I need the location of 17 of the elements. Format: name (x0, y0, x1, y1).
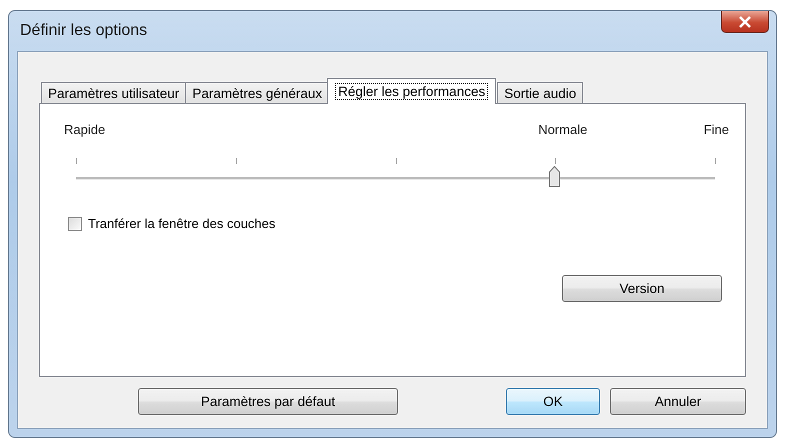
tab[interactable]: Paramètres utilisateur (41, 82, 186, 104)
ok-button[interactable]: OK (506, 388, 600, 415)
version-button[interactable]: Version (562, 275, 722, 302)
close-icon (738, 16, 752, 28)
close-button[interactable] (721, 11, 769, 33)
cancel-button[interactable]: Annuler (610, 388, 746, 415)
slider-label: Normale (538, 122, 588, 137)
default-settings-button[interactable]: Paramètres par défaut (138, 388, 398, 415)
checkbox[interactable] (68, 216, 82, 230)
slider-thumb[interactable] (549, 166, 560, 187)
slider-label: Rapide (64, 122, 106, 137)
slider-label: Fine (704, 122, 729, 137)
checkbox-label: Tranférer la fenêtre des couches (88, 216, 276, 231)
tab[interactable]: Régler les performances (327, 78, 496, 104)
tab[interactable]: Paramètres généraux (185, 82, 330, 104)
window-title: Définir les options (20, 22, 148, 40)
tab[interactable]: Sortie audio (497, 82, 584, 104)
